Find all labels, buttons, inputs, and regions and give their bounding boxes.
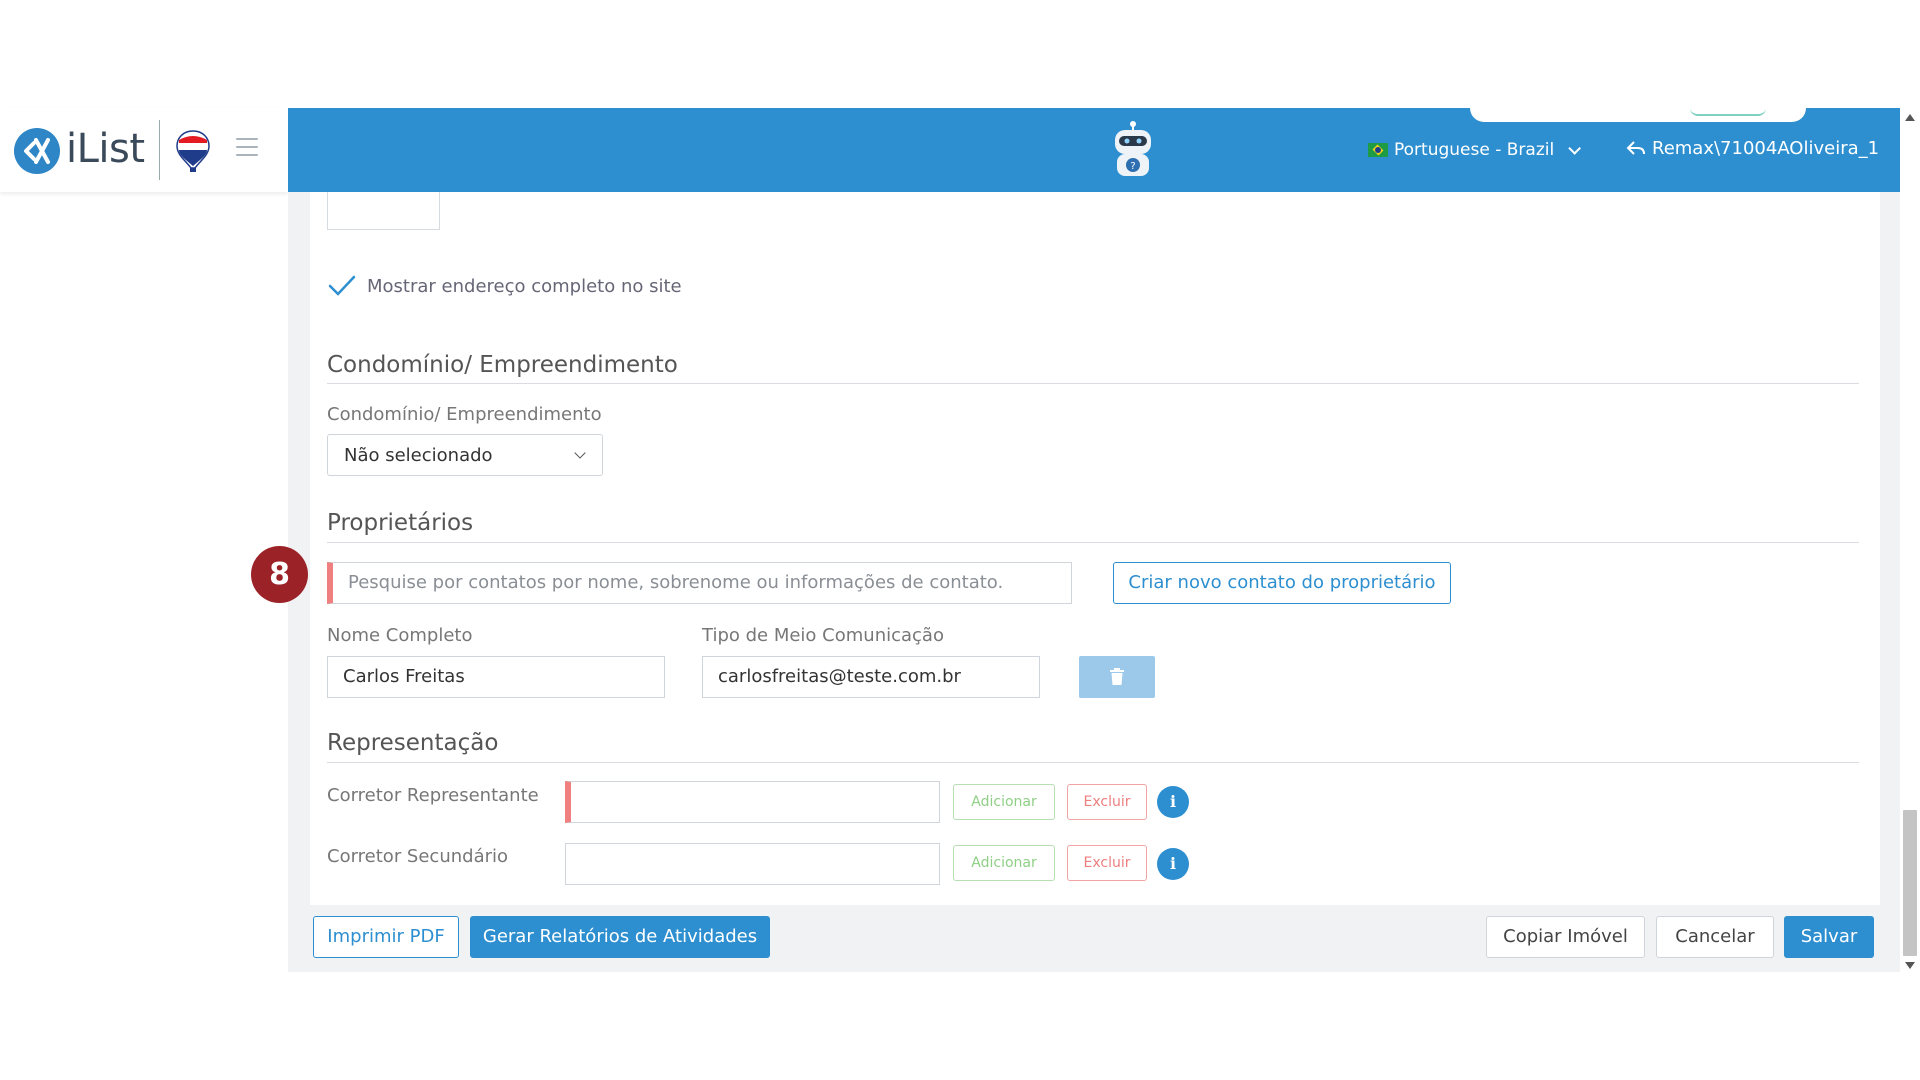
top-header: ? Portuguese - Brazil Remax\71004AOlivei… — [288, 102, 1900, 192]
agent-sec-input[interactable] — [565, 843, 940, 885]
delete-agent-sec-button[interactable]: Excluir — [1067, 845, 1147, 881]
condo-select-value: Não selecionado — [344, 445, 493, 466]
add-agent-sec-button[interactable]: Adicionar — [953, 845, 1055, 881]
agent-sec-label: Corretor Secundário — [327, 846, 509, 867]
owner-search-input[interactable]: Pesquise por contatos por nome, sobrenom… — [327, 562, 1072, 604]
language-label: Portuguese - Brazil — [1394, 140, 1555, 160]
section-divider — [327, 762, 1859, 763]
hamburger-menu-icon[interactable] — [236, 138, 258, 156]
svg-text:?: ? — [1130, 161, 1135, 172]
delete-owner-button[interactable] — [1079, 656, 1155, 698]
step-badge: 8 — [251, 546, 308, 603]
comm-type-label: Tipo de Meio Comunicação — [702, 625, 944, 646]
chevron-down-icon — [1568, 141, 1582, 155]
check-icon — [328, 275, 356, 296]
show-address-label: Mostrar endereço completo no site — [367, 275, 682, 297]
delete-agent-rep-button[interactable]: Excluir — [1067, 784, 1147, 820]
section-divider — [327, 542, 1859, 543]
address-number-field[interactable] — [327, 192, 440, 230]
user-menu[interactable]: Remax\71004AOliveira_1 — [1626, 136, 1879, 160]
full-name-input[interactable]: Carlos Freitas — [327, 656, 665, 698]
ilist-logo-icon — [14, 128, 60, 174]
comm-value-input[interactable]: carlosfreitas@teste.com.br — [702, 656, 1040, 698]
scrollbar-thumb[interactable] — [1903, 810, 1917, 956]
ilist-logo-text: iList — [66, 126, 145, 172]
owner-search-placeholder: Pesquise por contatos por nome, sobrenom… — [348, 572, 1004, 593]
brazil-flag-icon — [1368, 143, 1388, 157]
create-owner-button[interactable]: Criar novo contato do proprietário — [1113, 562, 1451, 604]
chevron-down-icon — [574, 447, 586, 459]
property-form-panel: Mostrar endereço completo no site Condom… — [310, 192, 1880, 905]
help-robot-icon[interactable]: ? — [1103, 118, 1163, 182]
remax-balloon-icon — [176, 130, 210, 172]
generate-reports-button[interactable]: Gerar Relatórios de Atividades — [470, 916, 770, 958]
language-selector[interactable]: Portuguese - Brazil — [1368, 138, 1582, 162]
info-icon[interactable]: i — [1157, 786, 1189, 818]
copy-property-button[interactable]: Copiar Imóvel — [1486, 916, 1645, 958]
user-name: Remax\71004AOliveira_1 — [1652, 137, 1880, 159]
scroll-down-arrow-icon[interactable] — [1905, 962, 1915, 969]
trash-icon — [1110, 668, 1124, 685]
brand-area: iList — [0, 108, 288, 192]
scroll-up-arrow-icon[interactable] — [1905, 114, 1915, 121]
reply-arrow-icon — [1626, 141, 1645, 155]
full-name-label: Nome Completo — [327, 625, 473, 646]
representation-section-title: Representação — [327, 730, 499, 756]
condo-field-label: Condomínio/ Empreendimento — [327, 404, 602, 425]
show-address-checkbox[interactable]: Mostrar endereço completo no site — [327, 274, 682, 298]
condo-select[interactable]: Não selecionado — [327, 434, 603, 476]
condo-section-title: Condomínio/ Empreendimento — [327, 352, 678, 378]
agent-rep-label: Corretor Representante — [327, 785, 539, 806]
top-search-stub — [1470, 102, 1806, 122]
info-icon[interactable]: i — [1157, 848, 1189, 880]
owners-section-title: Proprietários — [327, 510, 474, 536]
agent-rep-input[interactable] — [565, 781, 940, 823]
add-agent-rep-button[interactable]: Adicionar — [953, 784, 1055, 820]
section-divider — [327, 383, 1859, 384]
print-pdf-button[interactable]: Imprimir PDF — [313, 916, 459, 958]
save-button[interactable]: Salvar — [1784, 916, 1874, 958]
cancel-button[interactable]: Cancelar — [1656, 916, 1774, 958]
brand-divider — [159, 120, 160, 180]
